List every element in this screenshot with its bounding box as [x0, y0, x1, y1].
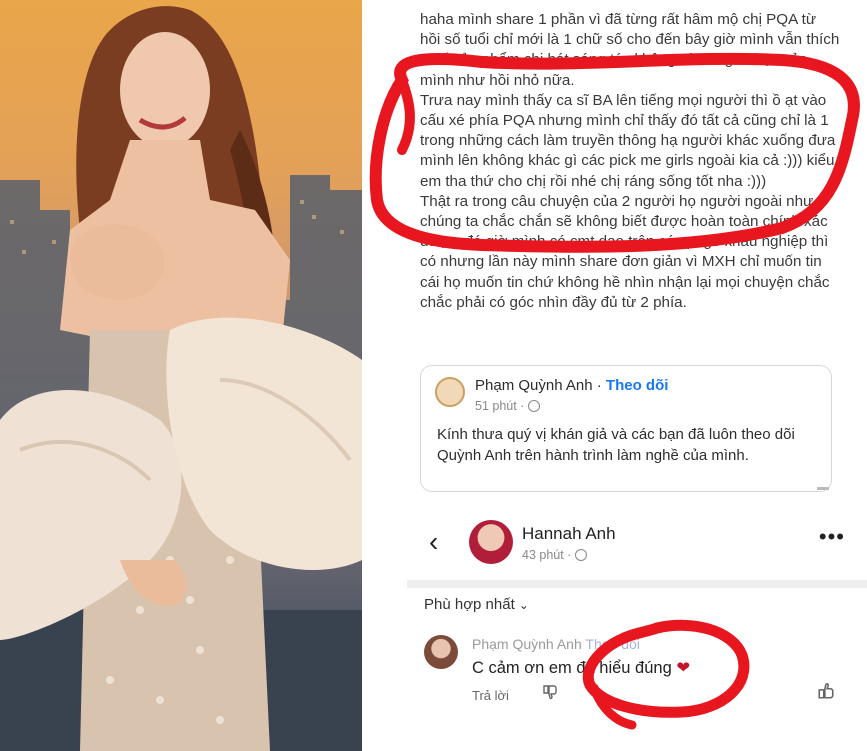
poster-name[interactable]: Hannah Anh: [522, 524, 616, 544]
shared-author-name[interactable]: Phạm Quỳnh Anh: [475, 377, 593, 394]
reply-button[interactable]: Trả lời: [472, 688, 509, 703]
commenter-avatar[interactable]: [424, 635, 458, 669]
commenter-name[interactable]: Phạm Quỳnh Anh: [472, 636, 582, 652]
shared-author-line: Phạm Quỳnh Anh · Theo dõi: [475, 377, 668, 394]
post-body: haha mình share 1 phần vì đã từng rất hâ…: [420, 10, 840, 313]
post-paragraph: Trưa nay mình thấy ca sĩ BA lên tiếng mọ…: [420, 91, 836, 190]
dot-separator: ·: [592, 377, 606, 394]
like-icon[interactable]: [817, 682, 835, 705]
post-time: 43 phút ·: [522, 548, 588, 562]
portrait-photo: [0, 0, 362, 751]
shared-post-text: Kính thưa quý vị khán giả và các bạn đã …: [437, 426, 795, 464]
back-arrow-icon[interactable]: ‹: [429, 528, 438, 556]
commenter-follow-button[interactable]: Theo dõi: [585, 636, 639, 652]
heart-icon: ❤: [676, 659, 691, 677]
follow-button[interactable]: Theo dõi: [606, 377, 669, 394]
shared-author-avatar[interactable]: [435, 377, 465, 407]
post-paragraph: Thật ra trong câu chuyện của 2 người họ …: [420, 192, 830, 311]
shared-time-label: 51 phút ·: [475, 399, 525, 413]
poster-avatar[interactable]: [469, 520, 513, 564]
comment-text: C cảm ơn em đã hiểu đúng ❤: [472, 658, 690, 678]
post-header: ‹ Hannah Anh 43 phút · •••: [407, 510, 867, 578]
commenter-line: Phạm Quỳnh Anh Theo dõi: [472, 636, 640, 652]
dislike-icon[interactable]: [542, 684, 558, 705]
chevron-down-icon: ⌄: [518, 598, 529, 612]
facebook-post-screenshot: haha mình share 1 phần vì đã từng rất hâ…: [362, 0, 867, 751]
portrait-illustration: [0, 6, 362, 751]
shared-post-card[interactable]: Phạm Quỳnh Anh · Theo dõi 51 phút · Kính…: [420, 365, 832, 492]
scrollbar[interactable]: [817, 487, 829, 490]
comment-sort-dropdown[interactable]: Phù hợp nhất ⌄: [424, 596, 529, 613]
divider: [407, 580, 867, 588]
post-paragraph: haha mình share 1 phần vì đã từng rất hâ…: [420, 11, 840, 89]
sort-label: Phù hợp nhất: [424, 596, 515, 613]
more-options-icon[interactable]: •••: [819, 524, 845, 550]
globe-icon: [575, 549, 588, 561]
shared-post-time: 51 phút ·: [475, 399, 541, 413]
comment-text-content: C cảm ơn em đã hiểu đúng: [472, 659, 672, 677]
post-time-label: 43 phút ·: [522, 548, 572, 562]
globe-icon: [528, 400, 541, 412]
